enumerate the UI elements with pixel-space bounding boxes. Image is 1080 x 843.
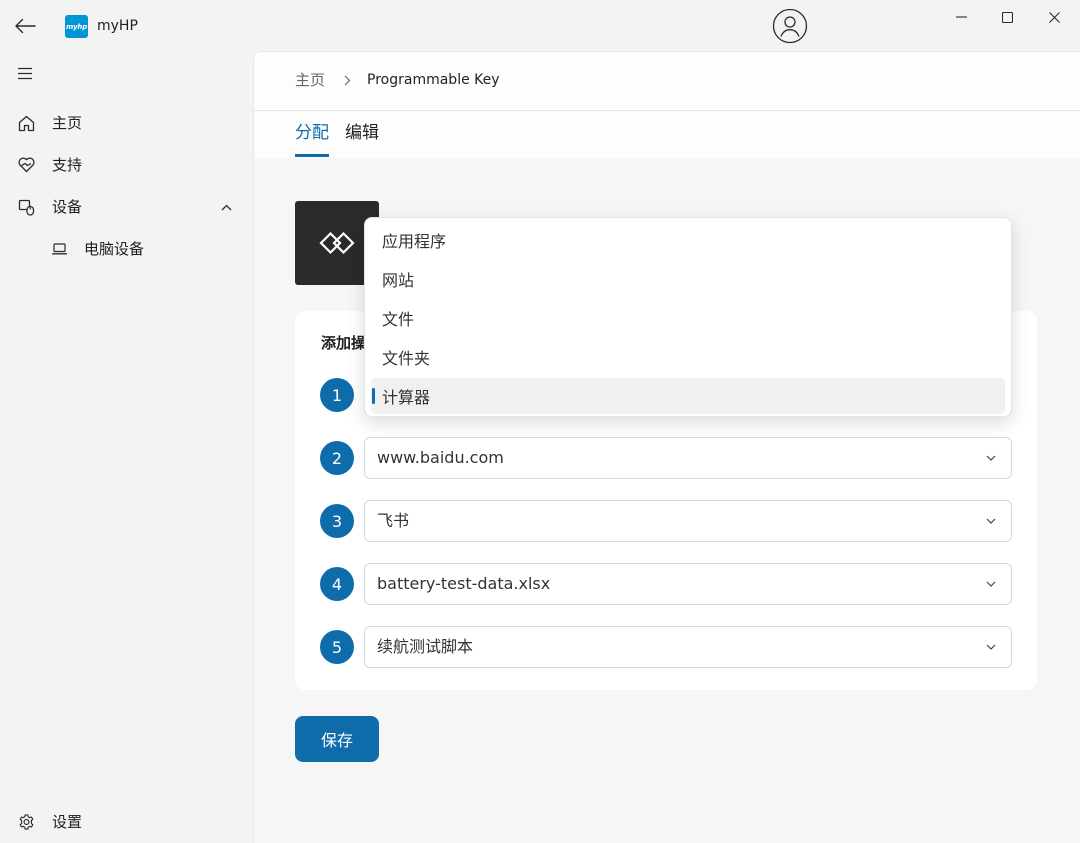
minimize-button[interactable] [938, 0, 984, 34]
sidebar-item-label: 设备 [52, 198, 83, 216]
maximize-icon [1001, 11, 1013, 23]
action-select-value: 飞书 [377, 511, 410, 530]
menu-toggle-button[interactable] [12, 60, 38, 86]
tab-edit[interactable]: 编辑 [345, 121, 379, 158]
logo-text: myhp [65, 22, 88, 31]
breadcrumb-home-link[interactable]: 主页 [295, 70, 325, 90]
sidebar-item-label: 设置 [52, 813, 83, 831]
action-row: 5 续航测试脚本 [320, 626, 1012, 668]
menu-item-calculator[interactable]: 计算器 [371, 378, 1005, 414]
card-title: 添加操 [321, 334, 367, 352]
device-icon [18, 199, 35, 216]
chevron-right-icon [344, 75, 351, 86]
action-select-value: battery-test-data.xlsx [377, 574, 551, 593]
menu-item-website[interactable]: 网站 [371, 261, 1005, 297]
close-button[interactable] [1031, 0, 1077, 34]
sidebar-item-label: 支持 [52, 156, 83, 174]
sidebar-subitem-pc-device[interactable]: 电脑设备 [0, 229, 250, 269]
gear-icon [18, 813, 35, 831]
myhp-logo: myhp [65, 15, 88, 38]
sidebar-item-settings[interactable]: 设置 [0, 802, 250, 842]
step-number-badge: 3 [320, 504, 354, 538]
step-number-badge: 1 [320, 378, 354, 412]
profile-icon [772, 8, 808, 44]
chevron-down-icon [986, 455, 996, 461]
programmable-key-icon [319, 231, 355, 255]
profile-button[interactable] [772, 8, 808, 44]
save-button[interactable]: 保存 [295, 716, 379, 762]
sidebar-item-home[interactable]: 主页 [0, 103, 250, 143]
back-button[interactable] [10, 12, 40, 40]
action-select-3[interactable]: 飞书 [364, 500, 1012, 542]
tab-assign[interactable]: 分配 [295, 121, 329, 158]
action-row: 3 飞书 [320, 500, 1012, 542]
support-icon [18, 157, 35, 173]
action-select-value: 续航测试脚本 [377, 637, 474, 656]
chevron-down-icon [986, 581, 996, 587]
step-number-badge: 2 [320, 441, 354, 475]
step-number-badge: 5 [320, 630, 354, 664]
laptop-icon [52, 243, 67, 255]
menu-item-label: 文件夹 [382, 349, 431, 368]
action-select-value: www.baidu.com [377, 448, 504, 467]
chevron-down-icon [986, 518, 996, 524]
chevron-up-icon[interactable] [221, 204, 232, 211]
menu-item-file[interactable]: 文件 [371, 300, 1005, 336]
menu-item-label: 应用程序 [382, 232, 447, 251]
action-type-dropdown-menu: 应用程序 网站 文件 文件夹 计算器 [364, 217, 1012, 417]
action-row: 2 www.baidu.com [320, 437, 1012, 479]
minimize-icon [955, 16, 967, 18]
menu-item-label: 文件 [382, 310, 415, 329]
active-tab-indicator [295, 154, 329, 157]
tab-label: 分配 [295, 123, 329, 143]
header-divider [254, 110, 1080, 111]
app-title: myHP [97, 18, 138, 34]
action-select-2[interactable]: www.baidu.com [364, 437, 1012, 479]
action-select-4[interactable]: battery-test-data.xlsx [364, 563, 1012, 605]
close-icon [1048, 11, 1060, 23]
main-panel: 主页 Programmable Key 分配 编辑 添加操 1 2 www.ba… [253, 51, 1080, 843]
breadcrumb-current: Programmable Key [367, 72, 500, 88]
step-number-badge: 4 [320, 567, 354, 601]
sidebar-item-label: 主页 [52, 114, 83, 132]
hamburger-icon [17, 67, 33, 80]
chevron-down-icon [986, 644, 996, 650]
tab-label: 编辑 [345, 123, 379, 143]
page-header: 主页 Programmable Key 分配 编辑 [254, 52, 1080, 158]
menu-item-application[interactable]: 应用程序 [371, 222, 1005, 258]
menu-item-label: 网站 [382, 271, 415, 290]
sidebar-item-support[interactable]: 支持 [0, 145, 250, 185]
home-icon [18, 115, 35, 132]
maximize-button[interactable] [984, 0, 1030, 34]
sidebar-item-devices[interactable]: 设备 [0, 187, 250, 227]
back-arrow-icon [14, 18, 36, 34]
menu-item-folder[interactable]: 文件夹 [371, 339, 1005, 375]
selection-indicator [372, 388, 375, 404]
action-row: 4 battery-test-data.xlsx [320, 563, 1012, 605]
breadcrumb: 主页 Programmable Key [295, 70, 500, 90]
menu-item-label: 计算器 [382, 388, 431, 407]
sidebar-subitem-label: 电脑设备 [84, 240, 145, 258]
action-select-5[interactable]: 续航测试脚本 [364, 626, 1012, 668]
